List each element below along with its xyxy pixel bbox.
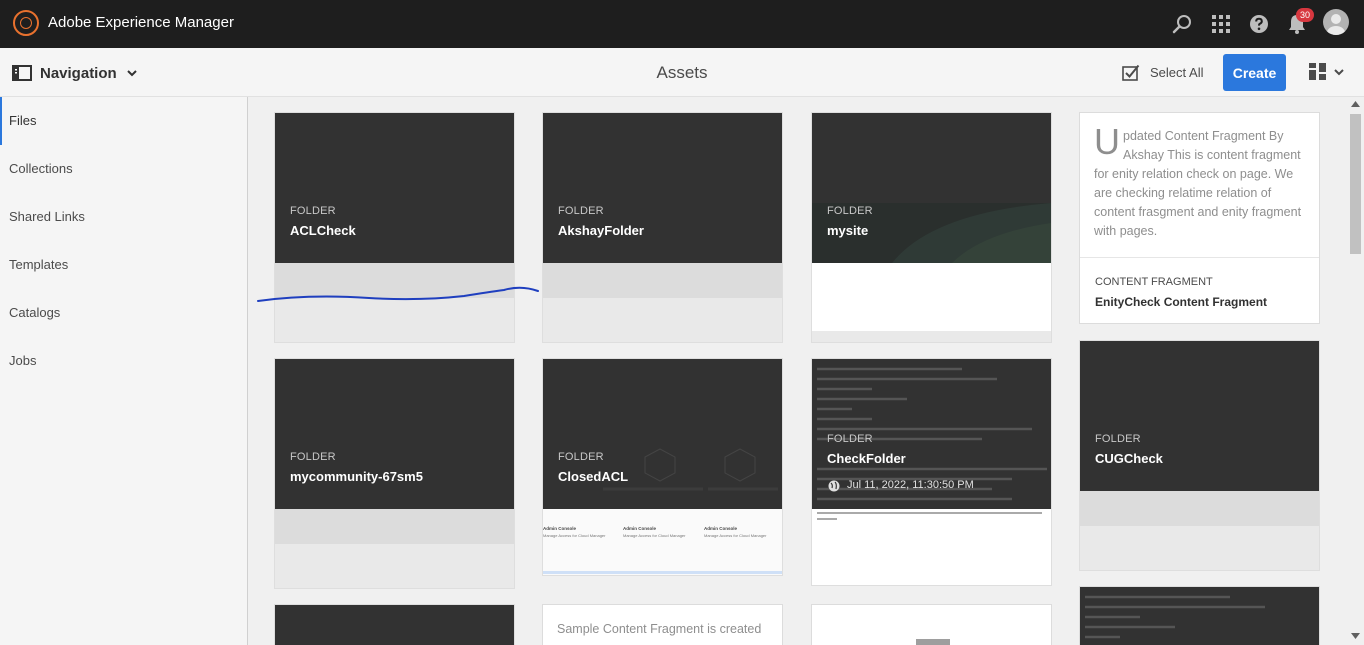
- card-title: mycommunity-67sm5: [290, 469, 423, 484]
- chevron-down-icon: [1334, 69, 1344, 76]
- shell-bar: Adobe Experience Manager 30: [0, 0, 1364, 48]
- card-title: CUGCheck: [1095, 451, 1163, 466]
- scroll-up-arrow-icon[interactable]: [1351, 101, 1360, 107]
- thumbnail-preview: Admin Console Manage Access for Cloud Ma…: [543, 509, 782, 575]
- user-avatar[interactable]: [1323, 9, 1349, 35]
- card-band: [812, 263, 1051, 331]
- card-kind: FOLDER: [1095, 433, 1141, 445]
- card-kind: FOLDER: [558, 205, 604, 217]
- preview-cell: Admin Console Manage Access for Cloud Ma…: [704, 526, 767, 538]
- rail-item-catalogs[interactable]: Catalogs: [0, 289, 247, 337]
- file-type-icon: [916, 639, 950, 645]
- fragment-preview-text: Sample Content Fragment is created: [557, 622, 762, 636]
- asset-card-row3-file[interactable]: [811, 604, 1052, 645]
- asset-card-closedacl[interactable]: FOLDER ClosedACL Admin Console Manage Ac…: [542, 358, 783, 576]
- card-title: AkshayFolder: [558, 223, 644, 238]
- thumbnail-document: [812, 359, 1051, 576]
- card-thumbnail: [543, 113, 782, 263]
- card-title: CheckFolder: [827, 451, 906, 466]
- rail-item-files[interactable]: Files: [0, 97, 247, 145]
- scroll-down-arrow-icon[interactable]: [1351, 633, 1360, 639]
- document-lines: [812, 359, 1051, 520]
- asset-grid: FOLDER ACLCheck FOLDER AkshayFolder FOLD…: [249, 97, 1347, 645]
- apps-grid-icon[interactable]: [1209, 12, 1233, 36]
- card-band: [543, 263, 782, 298]
- action-bar: Navigation Assets Select All Create: [0, 48, 1364, 97]
- card-kind: FOLDER: [827, 205, 873, 217]
- fragment-preview-text: Updated Content Fragment By Akshay This …: [1094, 121, 1302, 239]
- search-icon[interactable]: [1171, 12, 1195, 36]
- card-title: EnityCheck Content Fragment: [1095, 295, 1268, 309]
- thumbnail-document: [1080, 587, 1319, 645]
- card-kind: FOLDER: [290, 451, 336, 463]
- checkbox-icon: [1122, 64, 1140, 81]
- content-fragment-card-sample[interactable]: Sample Content Fragment is created: [542, 604, 783, 645]
- globe-icon: [828, 480, 840, 492]
- asset-card-mysite[interactable]: FOLDER mysite: [811, 112, 1052, 343]
- card-footer: CONTENT FRAGMENT EnityCheck Content Frag…: [1080, 257, 1319, 325]
- rail-item-templates[interactable]: Templates: [0, 241, 247, 289]
- asset-card-cugcheck[interactable]: FOLDER CUGCheck: [1079, 340, 1320, 571]
- asset-card-akshayfolder[interactable]: FOLDER AkshayFolder: [542, 112, 783, 343]
- published-date: Jul 11, 2022, 11:30:50 PM: [847, 479, 974, 491]
- card-thumbnail: [275, 359, 514, 509]
- asset-card-row3-document[interactable]: [1079, 586, 1320, 645]
- asset-card-mycommunity[interactable]: FOLDER mycommunity-67sm5: [274, 358, 515, 589]
- preview-cell: Admin Console Manage Access for Cloud Ma…: [543, 526, 606, 538]
- scrollbar-thumb[interactable]: [1350, 114, 1361, 254]
- card-thumbnail: [1080, 341, 1319, 491]
- card-kind: FOLDER: [827, 433, 873, 445]
- aem-logo-icon[interactable]: [13, 10, 39, 36]
- card-thumbnail: [275, 605, 514, 645]
- card-title: mysite: [827, 223, 869, 238]
- asset-card-folder-row3[interactable]: [274, 604, 515, 645]
- rail-item-shared-links[interactable]: Shared Links: [0, 193, 247, 241]
- view-switcher-button[interactable]: [1309, 63, 1345, 81]
- annotation-stroke: [257, 286, 539, 302]
- left-rail: Files Collections Shared Links Templates…: [0, 97, 248, 645]
- select-all-label: Select All: [1150, 65, 1204, 80]
- card-title: ClosedACL: [558, 469, 629, 484]
- asset-card-checkfolder[interactable]: FOLDER CheckFolder Jul 11, 2022, 11:30:5…: [811, 358, 1052, 586]
- vertical-scrollbar[interactable]: [1347, 97, 1364, 645]
- help-icon[interactable]: [1247, 12, 1271, 36]
- card-view-icon: [1309, 63, 1326, 80]
- content-fragment-card-entitycheck[interactable]: Updated Content Fragment By Akshay This …: [1079, 112, 1320, 324]
- preview-bar: [543, 571, 782, 574]
- notification-badge[interactable]: 30: [1296, 8, 1314, 22]
- card-band: [275, 509, 514, 544]
- rail-item-collections[interactable]: Collections: [0, 145, 247, 193]
- select-all-button[interactable]: Select All: [1122, 64, 1203, 81]
- card-band: [1080, 491, 1319, 526]
- app-title[interactable]: Adobe Experience Manager: [48, 14, 234, 31]
- preview-cell: Admin Console Manage Access for Cloud Ma…: [623, 526, 686, 538]
- card-kind: CONTENT FRAGMENT: [1095, 276, 1213, 288]
- card-kind: FOLDER: [558, 451, 604, 463]
- create-button[interactable]: Create: [1223, 54, 1286, 91]
- rail-item-jobs[interactable]: Jobs: [0, 337, 247, 385]
